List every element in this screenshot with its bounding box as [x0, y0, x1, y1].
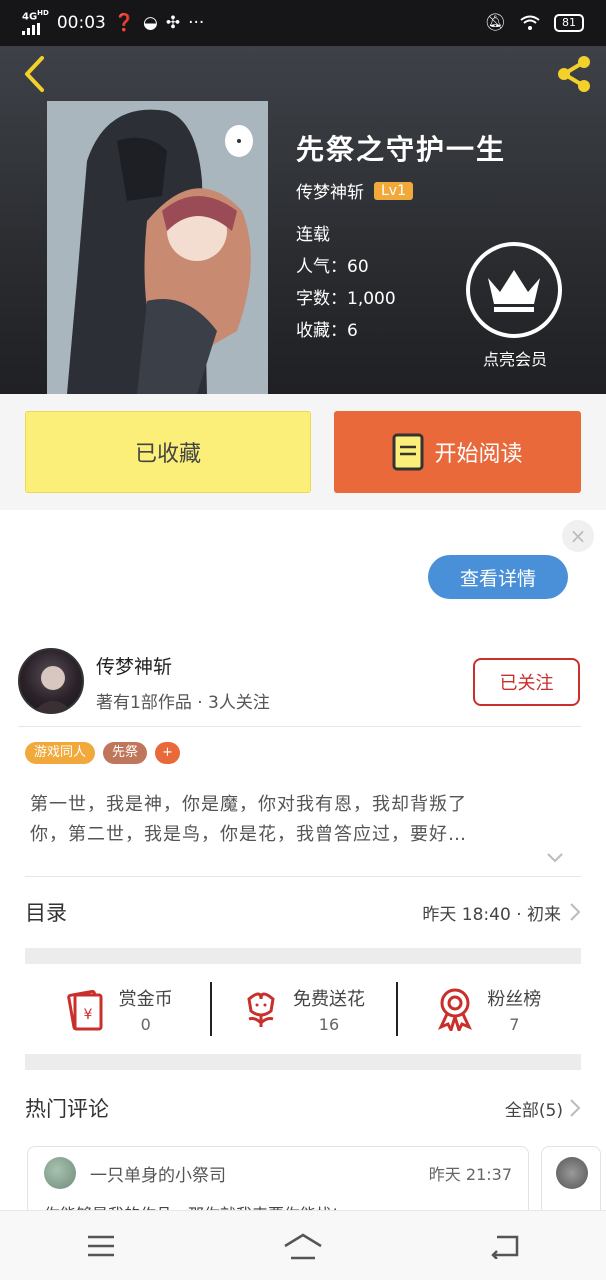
vip-button[interactable]: 点亮会员 — [466, 242, 564, 370]
crown-badge — [466, 242, 562, 338]
status-bar: 4GHD 00:03 ❓ ◒ ✣ ··· 🔕︎ 81 — [0, 0, 606, 46]
hot-comments-title: 热门评论 — [25, 1097, 109, 1121]
app-notification-icon: ◒ — [143, 12, 158, 33]
chevron-down-icon[interactable] — [546, 852, 564, 864]
cover-illustration — [47, 101, 268, 394]
divider — [25, 876, 581, 877]
author-subtitle: 著有1部作品 · 3人关注 — [96, 693, 270, 713]
word-count-stat: 字数：1,000 — [296, 289, 396, 309]
collected-button[interactable]: 已收藏 — [25, 411, 311, 493]
flower-icon — [247, 992, 275, 1027]
back-nav-button[interactable] — [475, 1221, 535, 1271]
home-icon — [284, 1233, 322, 1259]
action-bar: 已收藏 开始阅读 — [0, 394, 606, 510]
stat-label: 免费送花 — [292, 988, 365, 1010]
tag-xianji[interactable]: 先祭 — [103, 742, 148, 764]
vip-label: 点亮会员 — [482, 350, 547, 369]
pinwheel-icon: ✣ — [165, 12, 181, 33]
stat-value: 0 — [140, 1014, 151, 1034]
follow-button[interactable]: 已关注 — [473, 658, 580, 706]
send-flowers-button[interactable]: 免费送花 16 — [210, 974, 395, 1044]
menu-icon — [88, 1235, 114, 1256]
level-badge: Lv1 — [374, 181, 413, 200]
reward-coins-button[interactable]: ¥ 赏金币 0 — [25, 974, 210, 1044]
stat-label: 赏金币 — [118, 988, 173, 1010]
clock: 00:03 — [56, 12, 106, 33]
commenter-avatar[interactable] — [44, 1157, 76, 1189]
medal-icon — [438, 988, 473, 1031]
more-notifications-icon: ··· — [188, 12, 205, 33]
section-separator — [25, 1054, 581, 1070]
wifi-icon — [520, 15, 540, 30]
chevron-right-icon — [570, 903, 581, 921]
description-line: 第一世，我是神，你是魔，你对我有恩，我却背叛了 — [30, 794, 467, 815]
book-description[interactable]: 第一世，我是神，你是魔，你对我有恩，我却背叛了 你，第二世，我是鸟，你是花，我曾… — [30, 790, 580, 850]
popularity-stat: 人气：60 — [296, 257, 369, 277]
network-indicator: 4GHD — [22, 8, 49, 37]
book-icon — [392, 433, 424, 471]
fan-ranking-button[interactable]: 粉丝榜 7 — [395, 974, 581, 1044]
ad-close-button[interactable]: × — [562, 520, 594, 552]
back-button[interactable] — [14, 52, 54, 96]
chevron-right-icon — [570, 1099, 581, 1117]
system-nav-bar — [0, 1210, 606, 1280]
red-envelope-icon: ¥ — [66, 989, 103, 1031]
menu-button[interactable] — [71, 1221, 131, 1271]
divider — [18, 726, 581, 727]
author-section: 传梦神斩 著有1部作品 · 3人关注 已关注 游戏同人 先祭 + 第一世，我是神… — [0, 630, 606, 1226]
battery-indicator: 81 — [554, 14, 584, 32]
commenter-avatar[interactable] — [556, 1157, 588, 1189]
return-icon — [491, 1235, 519, 1259]
commenter-name[interactable]: 一只单身的小祭司 — [90, 1161, 226, 1186]
start-reading-label: 开始阅读 — [434, 442, 523, 467]
stat-label: 粉丝榜 — [487, 988, 542, 1010]
author-row: 传梦神斩 Lv1 — [296, 178, 413, 203]
catalog-row[interactable]: 目录 昨天 18:40 · 初来 — [25, 892, 581, 932]
svg-text:¥: ¥ — [83, 1007, 92, 1023]
ad-banner: × 查看详情 — [0, 510, 606, 630]
tag-game-fanfic[interactable]: 游戏同人 — [25, 742, 96, 764]
book-title: 先祭之守护一生 — [296, 133, 507, 166]
avatar[interactable] — [18, 648, 84, 714]
share-button[interactable] — [552, 52, 596, 96]
all-comments-label: 全部(5) — [504, 1100, 563, 1121]
stat-value: 16 — [318, 1014, 340, 1034]
notification-icon: ❓ — [113, 12, 136, 33]
book-cover[interactable] — [47, 101, 268, 394]
crown-icon — [488, 270, 540, 312]
share-icon — [558, 56, 590, 92]
view-details-button[interactable]: 查看详情 — [428, 555, 568, 599]
all-comments-link[interactable]: 全部(5) — [505, 1096, 581, 1121]
serial-status: 连载 — [296, 225, 330, 245]
mute-icon: 🔕︎ — [484, 13, 506, 33]
comment-time: 昨天 21:37 — [428, 1165, 512, 1184]
chevron-left-icon — [25, 56, 44, 92]
start-reading-button[interactable]: 开始阅读 — [334, 411, 581, 493]
favorites-stat: 收藏：6 — [296, 321, 358, 341]
latest-chapter: 昨天 18:40 · 初来 — [422, 904, 561, 925]
stats-row: ¥ 赏金币 0 免费送花 16 粉丝榜 7 — [25, 974, 581, 1044]
description-line: 你，第二世，我是鸟，你是花，我曾答应过，要好… — [30, 824, 467, 845]
stat-value: 7 — [509, 1014, 520, 1034]
author-name[interactable]: 传梦神斩 — [296, 178, 364, 203]
tag-list: 游戏同人 先祭 + — [25, 742, 180, 764]
hot-comments-header: 热门评论 全部(5) — [25, 1088, 581, 1128]
catalog-title: 目录 — [25, 901, 67, 925]
home-button[interactable] — [273, 1221, 333, 1271]
book-header: 先祭之守护一生 传梦神斩 Lv1 连载 人气：60 字数：1,000 收藏：6 … — [0, 46, 606, 394]
author-name[interactable]: 传梦神斩 — [96, 652, 172, 679]
add-tag-button[interactable]: + — [155, 742, 180, 764]
section-separator — [25, 948, 581, 964]
